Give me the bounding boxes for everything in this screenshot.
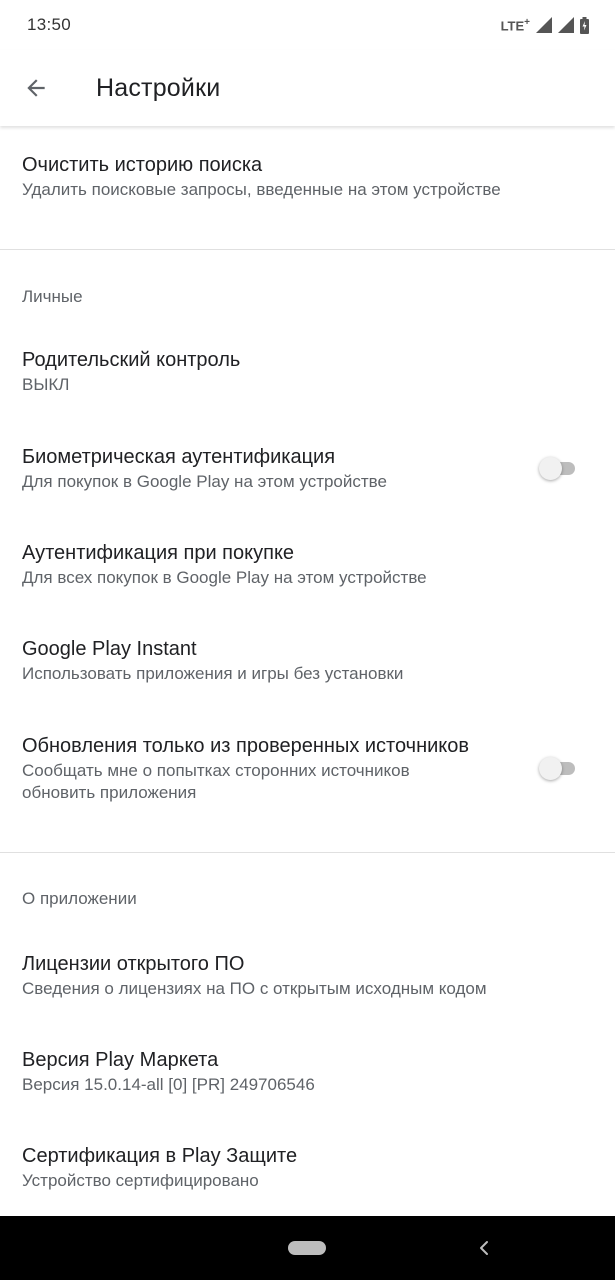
instant-subtitle: Использовать приложения и игры без устан… — [22, 664, 404, 683]
licenses-item[interactable]: Лицензии открытого ПО Сведения о лицензи… — [0, 951, 615, 1000]
back-button[interactable] — [12, 64, 60, 112]
verified-updates-toggle[interactable] — [539, 756, 579, 780]
clear-history-subtitle: Удалить поисковые запросы, введенные на … — [22, 180, 501, 199]
purchase-auth-subtitle: Для всех покупок в Google Play на этом у… — [22, 568, 427, 587]
home-button[interactable] — [288, 1241, 326, 1255]
switch-thumb — [539, 457, 562, 480]
biometric-auth-toggle[interactable] — [539, 456, 579, 480]
parental-control-subtitle: ВЫКЛ — [22, 375, 70, 394]
clear-history-item[interactable]: Очистить историю поиска Удалить поисковы… — [0, 152, 615, 201]
version-title: Версия Play Маркета — [22, 1049, 219, 1071]
verified-updates-subtitle-1: Сообщать мне о попытках сторонних источн… — [22, 761, 410, 780]
system-nav-bar — [0, 1216, 615, 1280]
version-subtitle: Версия 15.0.14-all [0] [PR] 249706546 — [22, 1075, 315, 1094]
verified-updates-subtitle-2: обновить приложения — [22, 783, 197, 802]
section-divider — [0, 249, 615, 250]
switch-thumb — [539, 757, 562, 780]
purchase-auth-title: Аутентификация при покупке — [22, 542, 295, 564]
certification-item[interactable]: Сертификация в Play Защите Устройство се… — [0, 1143, 615, 1192]
signal-icon — [558, 17, 574, 33]
signal-icon — [536, 17, 552, 33]
nav-back-icon[interactable] — [474, 1238, 494, 1258]
biometric-auth-title: Биометрическая аутентификация — [22, 446, 336, 468]
purchase-auth-item[interactable]: Аутентификация при покупке Для всех поку… — [0, 540, 615, 589]
licenses-title: Лицензии открытого ПО — [22, 953, 245, 975]
section-header-personal: Личные — [22, 287, 83, 306]
status-time: 13:50 — [27, 15, 72, 34]
arrow-back-icon — [27, 79, 45, 97]
parental-control-title: Родительский контроль — [22, 349, 241, 371]
biometric-auth-subtitle: Для покупок в Google Play на этом устрой… — [22, 472, 387, 491]
biometric-auth-item[interactable]: Биометрическая аутентификация Для покупо… — [0, 444, 615, 493]
certification-title: Сертификация в Play Защите — [22, 1145, 298, 1167]
battery-icon — [580, 16, 589, 34]
section-header-about: О приложении — [22, 889, 137, 908]
status-icons: LTE+ — [500, 16, 589, 34]
status-bar: 13:50 LTE+ — [0, 0, 615, 50]
parental-control-item[interactable]: Родительский контроль ВЫКЛ — [0, 347, 615, 396]
network-type: LTE+ — [500, 16, 530, 34]
app-bar: Настройки — [0, 50, 615, 126]
instant-item[interactable]: Google Play Instant Использовать приложе… — [0, 636, 615, 685]
version-item[interactable]: Версия Play Маркета Версия 15.0.14-all [… — [0, 1047, 615, 1096]
licenses-subtitle: Сведения о лицензиях на ПО с открытым ис… — [22, 979, 487, 998]
page-title: Настройки — [96, 73, 221, 102]
instant-title: Google Play Instant — [22, 638, 197, 660]
section-divider — [0, 852, 615, 853]
verified-updates-title: Обновления только из проверенных источни… — [22, 735, 470, 757]
verified-updates-item[interactable]: Обновления только из проверенных источни… — [0, 733, 615, 804]
clear-history-title: Очистить историю поиска — [22, 154, 263, 176]
certification-subtitle: Устройство сертифицировано — [22, 1171, 259, 1190]
